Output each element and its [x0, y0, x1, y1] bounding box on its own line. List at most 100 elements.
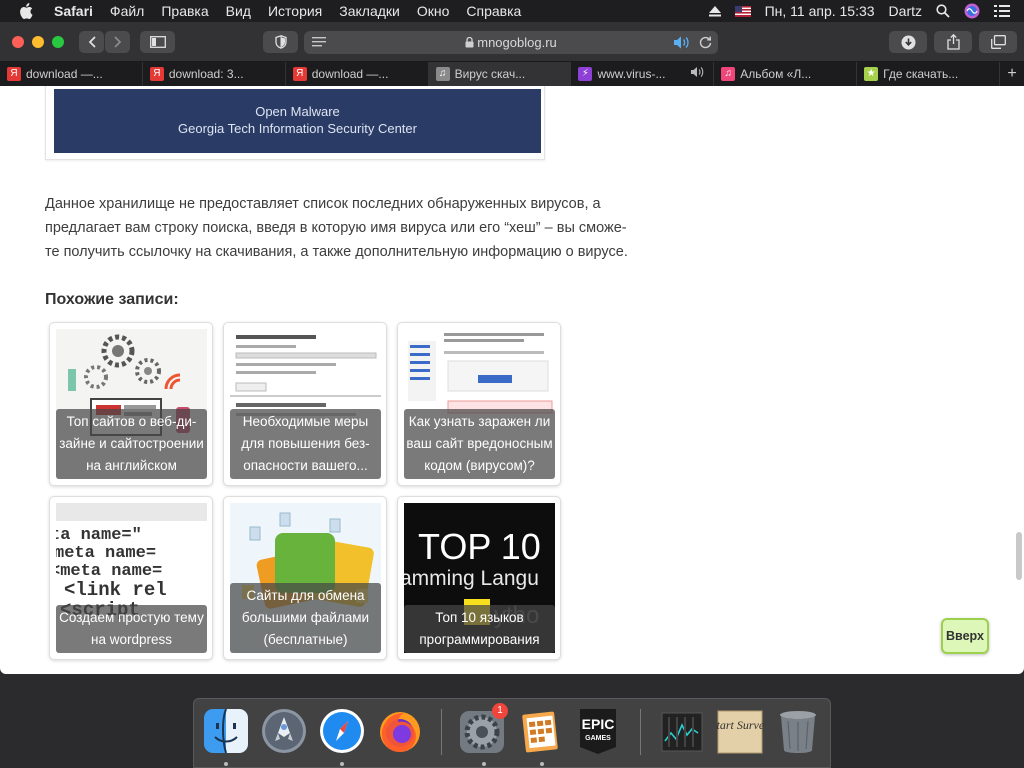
banner-line-1: Open Malware	[255, 104, 340, 119]
dock-separator	[640, 709, 641, 755]
spotlight-search-icon[interactable]	[936, 4, 950, 18]
spreadsheet-app-icon[interactable]	[516, 707, 564, 755]
dock-separator	[441, 709, 442, 755]
stocks-document-icon[interactable]	[658, 707, 706, 755]
related-post-card[interactable]: Топ сайтов о веб-ди- зайне и сайтостроен…	[49, 322, 213, 486]
tab-title: download —...	[26, 67, 103, 81]
browser-tab[interactable]: Яdownload —...	[0, 62, 143, 86]
related-post-card[interactable]: Как узнать заражен ли ваш сайт вредоносн…	[397, 322, 561, 486]
card-overlay: Как узнать заражен ли ваш сайт вредоносн…	[404, 329, 555, 479]
privacy-report-button[interactable]	[263, 31, 298, 53]
minimize-window-button[interactable]	[32, 36, 44, 48]
related-post-caption: Как узнать заражен ли ваш сайт вредоносн…	[404, 409, 555, 479]
caption-line: зайне и сайтостроении	[59, 436, 204, 451]
epic-games-icon[interactable]: EPIC GAMES	[574, 707, 622, 755]
share-icon	[946, 34, 960, 50]
trash-icon[interactable]	[774, 707, 822, 755]
finder-icon[interactable]	[202, 707, 250, 755]
firefox-icon[interactable]	[376, 707, 424, 755]
new-tab-plus-icon[interactable]: +	[1000, 62, 1024, 86]
menu-help[interactable]: Справка	[466, 3, 521, 19]
tab-bar: Яdownload —... Яdownload: 3... Яdownload —…	[0, 62, 1024, 86]
control-list-icon[interactable]	[994, 5, 1010, 17]
download-icon	[901, 35, 915, 49]
menu-edit[interactable]: Правка	[161, 3, 208, 19]
related-post-card[interactable]: Сайты для обмена большими файлами (беспл…	[223, 496, 387, 660]
back-button[interactable]	[79, 31, 104, 53]
browser-tab[interactable]: ♫ Вирус скач...	[428, 62, 572, 86]
tab-overview-button[interactable]	[979, 31, 1017, 53]
downloads-button[interactable]	[889, 31, 927, 53]
card-overlay: Сайты для обмена большими файлами (беспл…	[230, 503, 381, 653]
sidebar-toggle-button[interactable]	[140, 31, 175, 53]
reload-icon[interactable]	[699, 35, 712, 52]
siri-icon[interactable]	[964, 3, 980, 19]
related-post-caption: Топ 10 языков программирования	[404, 605, 555, 653]
web-page[interactable]: Open Malware Georgia Tech Information Se…	[0, 86, 1024, 674]
article-paragraph: Данное хранилище не предоставляет список…	[45, 192, 645, 264]
zoom-window-button[interactable]	[52, 36, 64, 48]
menubar-user[interactable]: Dartz	[889, 3, 922, 19]
notification-badge: 1	[492, 703, 508, 719]
related-posts-heading: Похожие записи:	[45, 291, 179, 308]
related-post-caption: Необходимые меры для повышения без- опас…	[230, 409, 381, 479]
menu-file[interactable]: Файл	[110, 3, 144, 19]
scroll-to-top-button[interactable]: Вверх	[941, 618, 989, 654]
close-window-button[interactable]	[12, 36, 24, 48]
tab-title: www.virus-...	[597, 67, 666, 81]
related-post-card[interactable]: ta name=" meta name= <meta name= <link r…	[49, 496, 213, 660]
caption-line: Топ сайтов о веб-ди-	[66, 414, 197, 429]
related-post-caption: Создаем простую тему на wordpress	[56, 605, 207, 653]
menu-window[interactable]: Окно	[417, 3, 450, 19]
menubar-datetime[interactable]: Пн, 11 апр. 15:33	[765, 3, 875, 19]
screen: Safari Файл Правка Вид История Закладки …	[0, 0, 1024, 768]
browser-tab[interactable]: ♫ Альбом «Л...	[714, 62, 858, 86]
caption-line: Сайты для обмена	[246, 588, 365, 603]
caption-line: Создаем простую тему	[59, 610, 204, 625]
start-survey-label: Start Survey	[716, 718, 764, 732]
open-malware-banner-image[interactable]: Open Malware Georgia Tech Information Se…	[54, 89, 541, 153]
tab-favicon-icon: Я	[149, 67, 164, 81]
browser-tab[interactable]: Яdownload —...	[286, 62, 429, 86]
epic-games-label-1: EPIC	[582, 716, 615, 732]
caption-line: для повышения без-	[241, 436, 370, 451]
tab-favicon-icon: Я	[7, 67, 21, 81]
tab-audio-icon[interactable]	[691, 66, 705, 81]
forward-button[interactable]	[105, 31, 130, 53]
related-post-card[interactable]: TOP 10 amming Langu ytho Топ 10 языков п…	[397, 496, 561, 660]
start-survey-icon[interactable]: Start Survey	[711, 707, 770, 755]
address-bar[interactable]: mnogoblog.ru	[304, 31, 718, 54]
card-overlay: Создаем простую тему на wordpress	[56, 503, 207, 653]
launchpad-icon[interactable]	[260, 707, 308, 755]
share-button[interactable]	[934, 31, 972, 53]
menu-view[interactable]: Вид	[226, 3, 251, 19]
eject-icon[interactable]	[708, 5, 721, 17]
caption-line: опасности вашего...	[243, 458, 368, 473]
browser-tab[interactable]: ⚡ www.virus-...	[571, 62, 715, 86]
tab-favicon-icon: Я	[292, 67, 307, 81]
audio-playing-icon[interactable]	[674, 36, 690, 52]
safari-icon[interactable]	[318, 707, 366, 755]
tab-favicon-icon: ★	[864, 67, 879, 81]
related-post-caption: Топ сайтов о веб-ди- зайне и сайтостроен…	[56, 409, 207, 479]
caption-line: Как узнать заражен ли	[408, 414, 551, 429]
browser-tab[interactable]: ★ Где скачать...	[857, 62, 1001, 86]
page-scrollbar[interactable]	[1016, 532, 1022, 580]
menu-history[interactable]: История	[268, 3, 322, 19]
menu-app-safari[interactable]: Safari	[54, 3, 93, 19]
menu-bookmarks[interactable]: Закладки	[339, 3, 400, 19]
related-post-card[interactable]: Необходимые меры для повышения без- опас…	[223, 322, 387, 486]
card-overlay: Топ 10 языков программирования	[404, 503, 555, 653]
running-indicator	[340, 762, 344, 766]
caption-line: (бесплатные)	[263, 632, 348, 647]
apple-menu-icon[interactable]	[19, 3, 41, 19]
tab-title: Вирус скач...	[454, 67, 526, 81]
tabs-overview-icon	[990, 35, 1006, 49]
system-preferences-icon[interactable]: 1	[458, 703, 508, 755]
caption-line: Топ 10 языков	[435, 610, 524, 625]
running-indicator	[482, 762, 486, 766]
tab-favicon-icon: ⚡	[578, 67, 593, 81]
browser-tab[interactable]: Яdownload: 3...	[143, 62, 286, 86]
caption-line: Необходимые меры	[242, 414, 369, 429]
us-flag-icon[interactable]	[734, 5, 751, 17]
